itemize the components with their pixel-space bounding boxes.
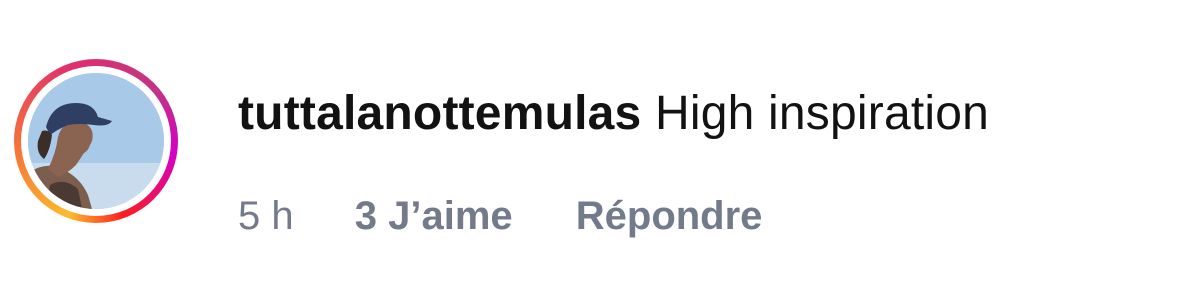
comment-likes-link[interactable]: 3 J’aime [355,190,513,242]
avatar-photo-icon [28,73,164,209]
comment-username-link[interactable]: tuttalanottemulas [238,87,641,140]
comment-text-line: tuttalanottemulas High inspiration [238,82,989,146]
comment-body: High inspiration [654,87,990,140]
comment-timestamp[interactable]: 5 h [238,190,294,242]
avatar-story-ring[interactable] [14,59,178,223]
comment-meta-row: 5 h 3 J’aime Répondre [238,190,762,242]
avatar-ring-gap [21,66,171,216]
reply-button[interactable]: Répondre [576,190,763,242]
avatar[interactable] [28,73,164,209]
comment-item: tuttalanottemulas High inspiration 5 h 3… [0,0,1200,295]
